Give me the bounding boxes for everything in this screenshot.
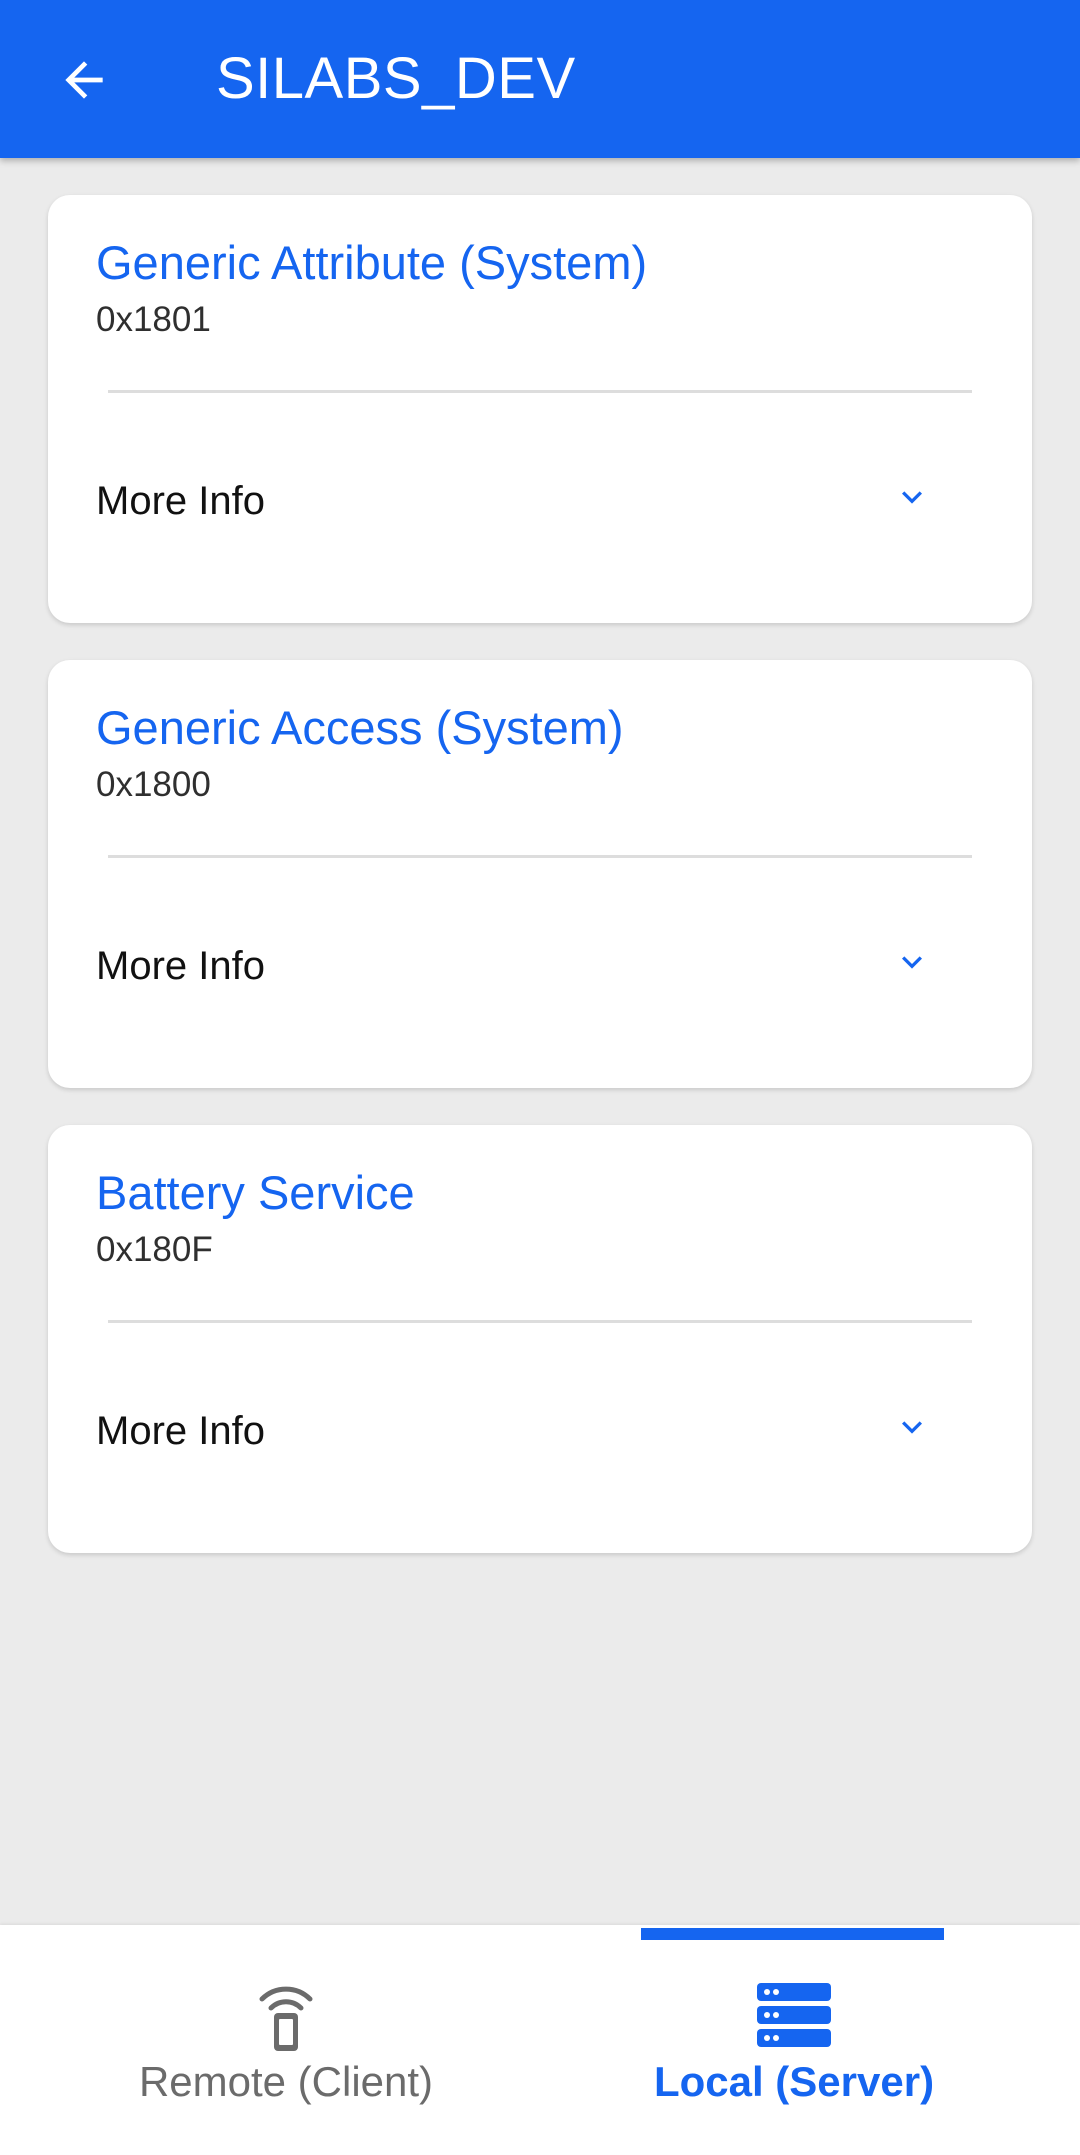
tab-local-server[interactable]: Local (Server) bbox=[540, 1925, 1080, 2155]
remote-device-icon bbox=[16, 1973, 556, 2057]
chevron-down-icon[interactable] bbox=[888, 1403, 936, 1451]
tab-label: Remote (Client) bbox=[138, 2058, 434, 2105]
service-uuid: 0x1801 bbox=[96, 300, 211, 339]
service-uuid: 0x180F bbox=[96, 1230, 213, 1269]
service-name: Generic Access (System) bbox=[96, 701, 624, 754]
arrow-back-icon bbox=[65, 61, 103, 99]
divider bbox=[108, 855, 972, 858]
app-bar: SILABS_DEV bbox=[0, 0, 1080, 158]
divider bbox=[108, 390, 972, 393]
more-info-toggle[interactable]: More Info bbox=[48, 910, 1032, 1020]
chevron-down-icon[interactable] bbox=[888, 473, 936, 521]
bottom-navigation: Remote (Client) Local (Server) bbox=[0, 1925, 1080, 2155]
selected-tab-indicator bbox=[641, 1928, 944, 1940]
service-name: Battery Service bbox=[96, 1166, 415, 1219]
service-name: Generic Attribute (System) bbox=[96, 236, 648, 289]
tab-remote-client[interactable]: Remote (Client) bbox=[0, 1925, 540, 2155]
more-info-toggle[interactable]: More Info bbox=[48, 445, 1032, 555]
more-info-label: More Info bbox=[96, 1409, 265, 1453]
tab-label: Local (Server) bbox=[653, 2058, 935, 2105]
divider bbox=[108, 1320, 972, 1323]
chevron-down-icon[interactable] bbox=[888, 938, 936, 986]
back-button[interactable] bbox=[44, 40, 124, 120]
services-list: Generic Attribute (System) 0x1801 More I… bbox=[0, 158, 1080, 1925]
more-info-label: More Info bbox=[96, 944, 265, 988]
server-icon bbox=[524, 1973, 1064, 2057]
page-title: SILABS_DEV bbox=[216, 46, 576, 111]
service-uuid: 0x1800 bbox=[96, 765, 211, 804]
more-info-label: More Info bbox=[96, 479, 265, 523]
service-card: Generic Attribute (System) 0x1801 More I… bbox=[48, 195, 1032, 623]
service-card: Battery Service 0x180F More Info bbox=[48, 1125, 1032, 1553]
service-card: Generic Access (System) 0x1800 More Info bbox=[48, 660, 1032, 1088]
more-info-toggle[interactable]: More Info bbox=[48, 1375, 1032, 1485]
